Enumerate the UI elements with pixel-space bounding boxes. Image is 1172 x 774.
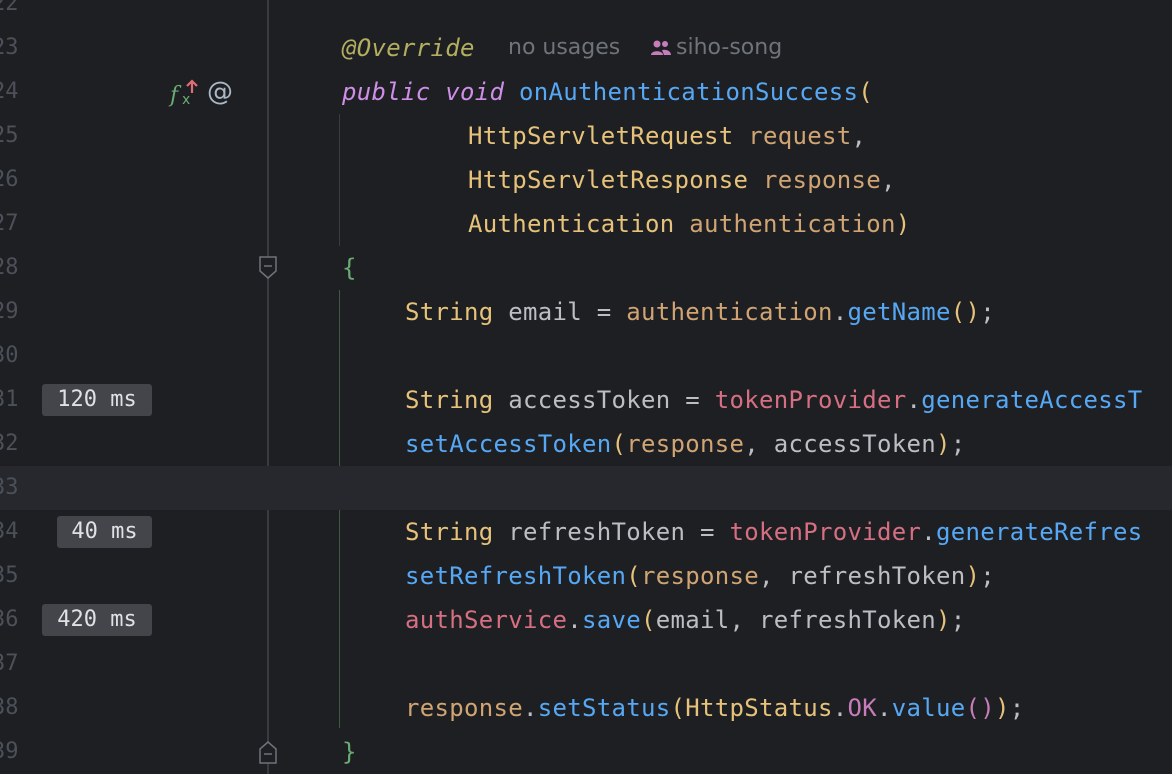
code-line[interactable]: 36 420 ms authService.save(email, refres…: [0, 598, 1172, 642]
parameter-decl: HttpServletResponse response,: [468, 166, 896, 194]
svg-text:x: x: [182, 92, 190, 107]
line-number[interactable]: 23: [0, 26, 32, 70]
statement: setRefreshToken(response, refreshToken);: [405, 562, 995, 590]
fold-marker-icon[interactable]: [258, 246, 278, 290]
code-line[interactable]: 35 setRefreshToken(response, refreshToke…: [0, 554, 1172, 598]
method-signature: public void onAuthenticationSuccess(: [342, 78, 873, 106]
code-line[interactable]: 31 120 ms String accessToken = tokenProv…: [0, 378, 1172, 422]
timing-badge[interactable]: 40 ms: [57, 516, 152, 548]
code-line[interactable]: 38 response.setStatus(HttpStatus.OK.valu…: [0, 686, 1172, 730]
code-line[interactable]: 39 }: [0, 730, 1172, 774]
code-editor[interactable]: 22 23 @Override no usages siho-song 24 f…: [0, 0, 1172, 774]
line-number[interactable]: 26: [0, 158, 32, 202]
line-number[interactable]: 24: [0, 70, 32, 114]
line-number[interactable]: 36: [0, 598, 32, 642]
code-line[interactable]: 24 f x @ public void onAuthenticationSuc…: [0, 70, 1172, 114]
statement: setAccessToken(response, accessToken);: [405, 430, 966, 458]
code-line[interactable]: 27 Authentication authentication): [0, 202, 1172, 246]
timing-badge[interactable]: 120 ms: [42, 384, 152, 416]
line-number[interactable]: 32: [0, 422, 32, 466]
code-line[interactable]: 26 HttpServletResponse response,: [0, 158, 1172, 202]
line-number[interactable]: 34: [0, 510, 32, 554]
implements-up-arrow-icon[interactable]: f x: [168, 70, 202, 114]
code-line[interactable]: 29 String email = authentication.getName…: [0, 290, 1172, 334]
close-brace: }: [342, 738, 357, 766]
line-number[interactable]: 27: [0, 202, 32, 246]
line-number[interactable]: 31: [0, 378, 32, 422]
parameter-decl: Authentication authentication): [468, 210, 911, 238]
line-number[interactable]: 37: [0, 642, 32, 686]
code-line[interactable]: 28 {: [0, 246, 1172, 290]
code-line[interactable]: 22: [0, 0, 1172, 26]
fold-marker-icon[interactable]: [258, 730, 278, 774]
statement: String email = authentication.getName();: [405, 298, 995, 326]
author-hint[interactable]: siho-song: [676, 26, 782, 70]
statement: String refreshToken = tokenProvider.gene…: [405, 518, 1143, 546]
users-icon: [650, 26, 672, 70]
code-line[interactable]: 37: [0, 642, 1172, 686]
parameter-decl: HttpServletRequest request,: [468, 122, 867, 150]
code-line[interactable]: 34 40 ms String refreshToken = tokenProv…: [0, 510, 1172, 554]
line-number[interactable]: 25: [0, 114, 32, 158]
line-number[interactable]: 35: [0, 554, 32, 598]
usages-hint[interactable]: no usages: [508, 26, 620, 70]
statement: response.setStatus(HttpStatus.OK.value()…: [405, 694, 1025, 722]
line-number[interactable]: 38: [0, 686, 32, 730]
line-number[interactable]: 39: [0, 730, 32, 774]
timing-badge[interactable]: 420 ms: [42, 604, 152, 636]
line-number[interactable]: 28: [0, 246, 32, 290]
statement: authService.save(email, refreshToken);: [405, 606, 966, 634]
line-number[interactable]: 29: [0, 290, 32, 334]
line-number[interactable]: 33: [0, 466, 32, 510]
code-line[interactable]: 23 @Override no usages siho-song: [0, 26, 1172, 70]
statement: String accessToken = tokenProvider.gener…: [405, 386, 1143, 414]
line-number[interactable]: 30: [0, 334, 32, 378]
code-line-current[interactable]: 33: [0, 466, 1172, 510]
svg-text:f: f: [168, 83, 182, 107]
annotation-override: @Override: [342, 34, 475, 62]
override-icon[interactable]: @: [207, 70, 233, 114]
code-line[interactable]: 25 HttpServletRequest request,: [0, 114, 1172, 158]
code-line[interactable]: 30: [0, 334, 1172, 378]
open-brace: {: [342, 254, 357, 282]
line-number[interactable]: 22: [0, 0, 32, 26]
code-line[interactable]: 32 setAccessToken(response, accessToken)…: [0, 422, 1172, 466]
